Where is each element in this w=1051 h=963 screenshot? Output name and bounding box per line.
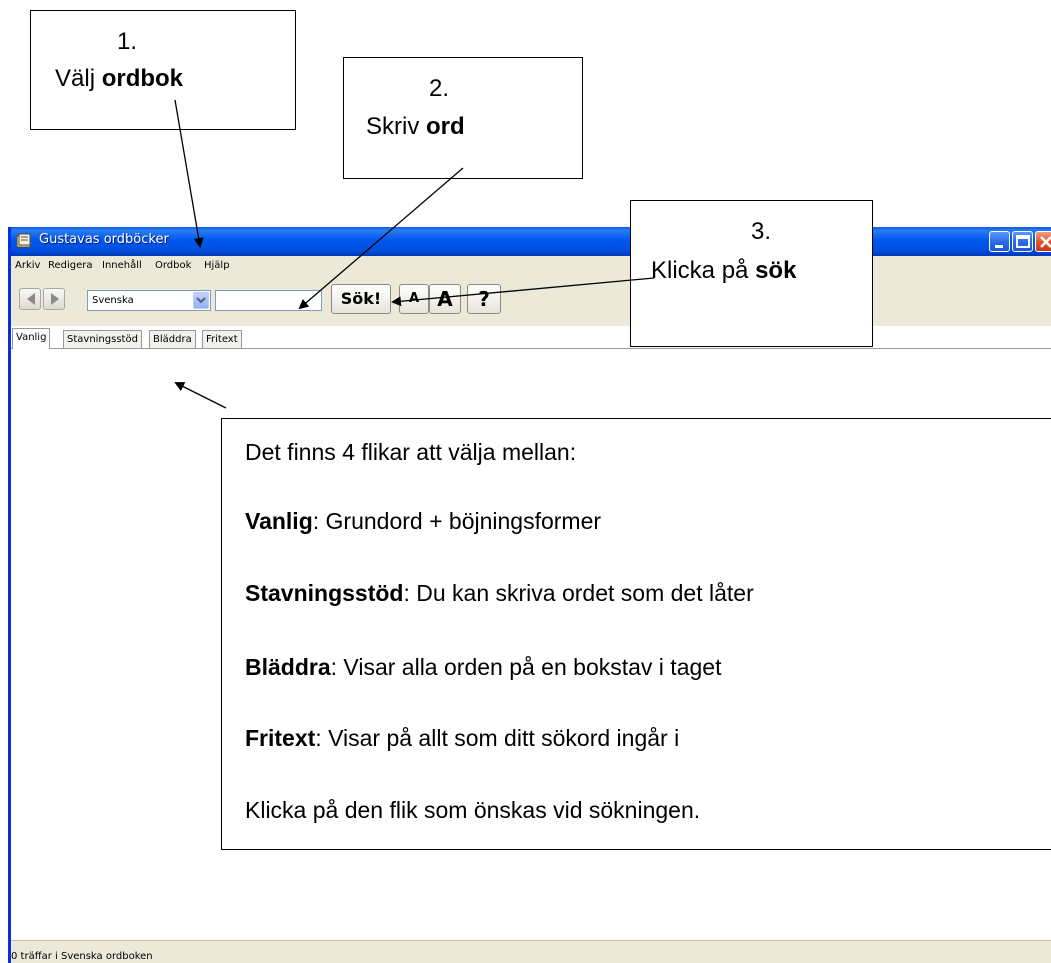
arrow-step-2	[298, 167, 464, 310]
arrow-step-1	[174, 99, 204, 248]
arrow-tabs	[174, 382, 227, 409]
arrow-step-3	[391, 277, 655, 307]
annotation-arrows	[174, 99, 655, 409]
